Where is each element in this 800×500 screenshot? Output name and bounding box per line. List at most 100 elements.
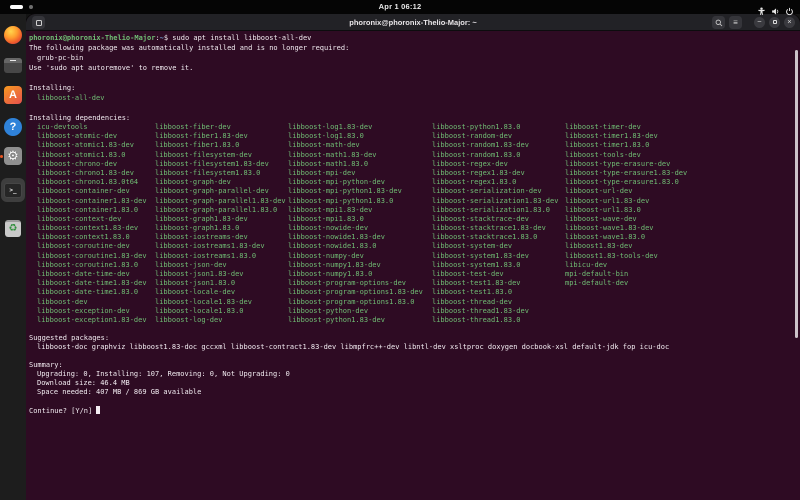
package-name: libboost-test1.83-dev <box>432 279 565 288</box>
package-name: libboost-json1.83-dev <box>155 270 288 279</box>
package-name: mpi-default-dev <box>565 279 800 288</box>
package-name: libboost-filesystem1.83-dev <box>155 160 288 169</box>
package-name: libboost-math1.83.0 <box>288 160 432 169</box>
terminal-icon: >_ <box>4 183 22 198</box>
installing-header: Installing: <box>29 83 800 93</box>
package-name: libboost-exception-dev <box>37 307 155 316</box>
package-name: libboost-locale1.83-dev <box>155 298 288 307</box>
app-center-icon: A <box>4 86 22 104</box>
prompt-user-host: phoronix@phoronix-Thelio-Major <box>29 34 155 42</box>
titlebar[interactable]: phoronix@phoronix-Thelio-Major: ~ ≡ − × <box>26 14 800 31</box>
firefox-icon <box>4 26 22 44</box>
package-name: libboost-python1.83-dev <box>288 316 432 325</box>
help-icon: ? <box>4 118 22 136</box>
menu-button[interactable]: ≡ <box>729 16 742 29</box>
package-name: libboost-fiber1.83-dev <box>155 132 288 141</box>
package-name: libboost-date-time1.83.0 <box>37 288 155 297</box>
hamburger-menu-icon: ≡ <box>733 18 738 27</box>
running-indicator-dot <box>0 155 3 158</box>
power-icon[interactable] <box>785 3 794 21</box>
scrollbar-thumb[interactable] <box>795 50 798 338</box>
package-name: libboost-nowide1.83-dev <box>288 233 432 242</box>
package-name: libboost-regex1.83.0 <box>432 178 565 187</box>
package-name: libboost-program-options1.83.0 <box>288 298 432 307</box>
package-name: libboost-mpi-python1.83-dev <box>288 187 432 196</box>
package-name: libboost-container-dev <box>37 187 155 196</box>
dock-item-help[interactable]: ? <box>3 117 23 137</box>
package-name: libboost-wave1.83.0 <box>565 233 800 242</box>
system-status-area[interactable] <box>757 3 794 21</box>
package-name: libboost-serialization-dev <box>432 187 565 196</box>
package-name: libboost-python-dev <box>288 307 432 316</box>
dock-item-app-center[interactable]: A <box>3 85 23 105</box>
dock-item-firefox[interactable] <box>3 25 23 45</box>
package-name: libboost-atomic1.83.0 <box>37 151 155 160</box>
files-icon <box>4 58 22 73</box>
package-name: libboost-system1.83.0 <box>432 261 565 270</box>
package-name: libboost-nowide1.83.0 <box>288 242 432 251</box>
package-name: libboost-stacktrace1.83.0 <box>432 233 565 242</box>
package-name: libboost1.83-dev <box>565 242 800 251</box>
summary-upgrading: Upgrading: 0, Installing: 107, Removing:… <box>29 370 800 379</box>
suggested-packages: libboost-doc graphviz libboost1.83-doc g… <box>29 343 800 352</box>
package-name: libboost-system-dev <box>432 242 565 251</box>
output-line: The following package was automatically … <box>29 43 800 53</box>
package-name: icu-devtools <box>37 123 155 132</box>
package-name: libboost-iostreams1.83.0 <box>155 252 288 261</box>
package-name: libboost-type-erasure1.83.0 <box>565 178 800 187</box>
package-name: libboost-iostreams-dev <box>155 233 288 242</box>
summary-header: Summary: <box>29 361 800 370</box>
package-name: mpi-default-bin <box>565 270 800 279</box>
package-name: libboost-context-dev <box>37 215 155 224</box>
clock[interactable]: Apr 1 06:12 <box>0 2 800 11</box>
dependencies-grid: icu-devtoolslibboost-atomic-devlibboost-… <box>37 123 800 325</box>
package-name: libboost-test-dev <box>432 270 565 279</box>
package-name: libboost-timer-dev <box>565 123 800 132</box>
installing-package: libboost-all-dev <box>29 93 800 103</box>
package-name: libboost-stacktrace1.83-dev <box>432 224 565 233</box>
package-name: libboost-container1.83.0 <box>37 206 155 215</box>
package-name: libboost-nowide-dev <box>288 224 432 233</box>
volume-icon[interactable] <box>771 3 780 21</box>
package-name: libboost-type-erasure1.83-dev <box>565 169 800 178</box>
package-name: libboost-thread1.83.0 <box>432 316 565 325</box>
search-button[interactable] <box>712 16 725 29</box>
window-title: phoronix@phoronix-Thelio-Major: ~ <box>26 18 800 27</box>
package-name: libboost-log1.83-dev <box>288 123 432 132</box>
package-name: libboost-graph-parallel1.83-dev <box>155 197 288 206</box>
package-name: libboost-filesystem1.83.0 <box>155 169 288 178</box>
package-name: libboost-stacktrace-dev <box>432 215 565 224</box>
package-name: libboost-regex-dev <box>432 160 565 169</box>
dock-item-files[interactable] <box>3 55 23 75</box>
package-name: libboost-mpi1.83-dev <box>288 206 432 215</box>
package-name: libicu-dev <box>565 261 800 270</box>
package-name: libboost-random1.83-dev <box>432 141 565 150</box>
package-name: libboost-url-dev <box>565 187 800 196</box>
autoremove-package: grub-pc-bin <box>29 53 800 63</box>
dock-item-terminal[interactable]: >_ <box>1 178 25 202</box>
package-name: libboost-coroutine1.83-dev <box>37 252 155 261</box>
package-name: libboost-math-dev <box>288 141 432 150</box>
accessibility-icon[interactable] <box>757 3 766 21</box>
suggested-header: Suggested packages: <box>29 334 800 343</box>
package-name: libboost-locale-dev <box>155 288 288 297</box>
package-name: libboost-graph-dev <box>155 178 288 187</box>
package-name: libboost-json1.83.0 <box>155 279 288 288</box>
package-name: libboost-coroutine1.83.0 <box>37 261 155 270</box>
package-name: libboost-type-erasure-dev <box>565 160 800 169</box>
continue-prompt-line: Continue? [Y/n] <box>29 406 800 415</box>
top-panel: Apr 1 06:12 <box>0 0 800 14</box>
package-name: libboost-wave-dev <box>565 215 800 224</box>
package-name: libboost-dev <box>37 298 155 307</box>
search-icon <box>715 19 723 27</box>
dependencies-header: Installing dependencies: <box>29 113 800 123</box>
package-name: libboost-atomic-dev <box>37 132 155 141</box>
dock-item-trash[interactable]: ♻ <box>3 218 23 238</box>
package-name: libboost-fiber1.83.0 <box>155 141 288 150</box>
package-name: libboost1.83-tools-dev <box>565 252 800 261</box>
package-name: libboost-graph-parallel-dev <box>155 187 288 196</box>
package-name: libboost-numpy-dev <box>288 252 432 261</box>
package-name: libboost-thread1.83-dev <box>432 307 565 316</box>
terminal-screen[interactable]: phoronix@phoronix-Thelio-Major:~$ sudo a… <box>26 31 800 500</box>
dock-item-settings[interactable]: ⚙ <box>3 146 23 166</box>
